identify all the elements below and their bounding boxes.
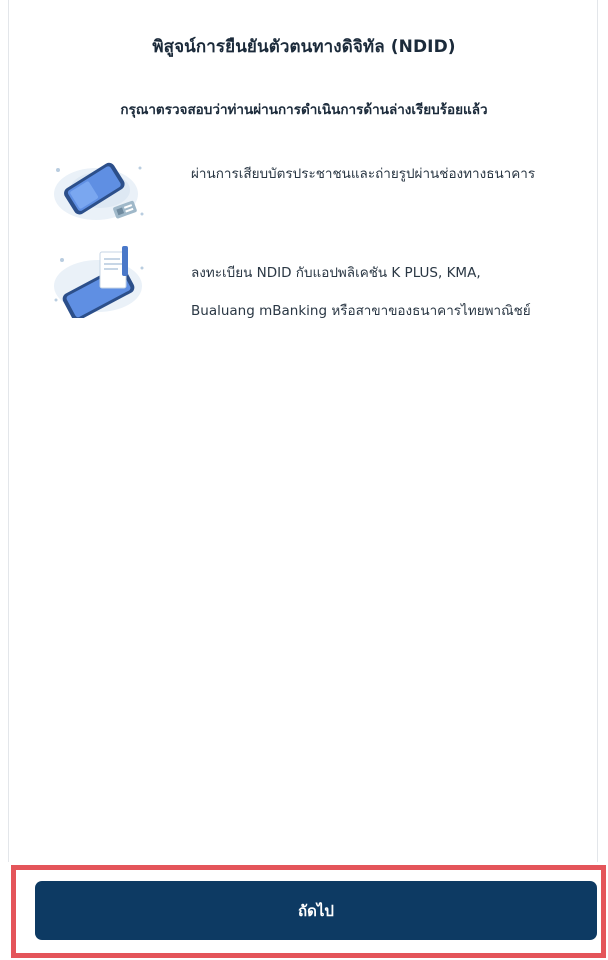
step-text: ลงทะเบียน NDID กับแอปพลิเคชัน K PLUS, KM…	[191, 254, 588, 330]
next-button[interactable]: ถัดไป	[35, 881, 597, 940]
step-text-line-1: ลงทะเบียน NDID กับแอปพลิเคชัน K PLUS, KM…	[191, 265, 481, 281]
content-card	[8, 0, 598, 862]
step-item-ndid-register: ลงทะเบียน NDID กับแอปพลิเคชัน K PLUS, KM…	[0, 238, 608, 328]
ndid-verification-screen: พิสูจน์การยืนยันตัวตนทางดิจิทัล (NDID) ก…	[0, 0, 608, 960]
phone-document-icon	[44, 238, 152, 321]
phone-id-card-icon	[44, 150, 152, 230]
page-subtitle: กรุณาตรวจสอบว่าท่านผ่านการดำเนินการด้านล…	[120, 102, 488, 118]
step-text-line-2: Bualuang mBanking หรือสาขาของธนาคารไทยพา…	[191, 303, 531, 319]
page-title: พิสูจน์การยืนยันตัวตนทางดิจิทัล (NDID)	[152, 37, 456, 57]
step-item-id-card: ผ่านการเสียบบัตรประชาชนและถ่ายรูปผ่านช่อ…	[0, 150, 608, 230]
step-text: ผ่านการเสียบบัตรประชาชนและถ่ายรูปผ่านช่อ…	[191, 166, 536, 182]
